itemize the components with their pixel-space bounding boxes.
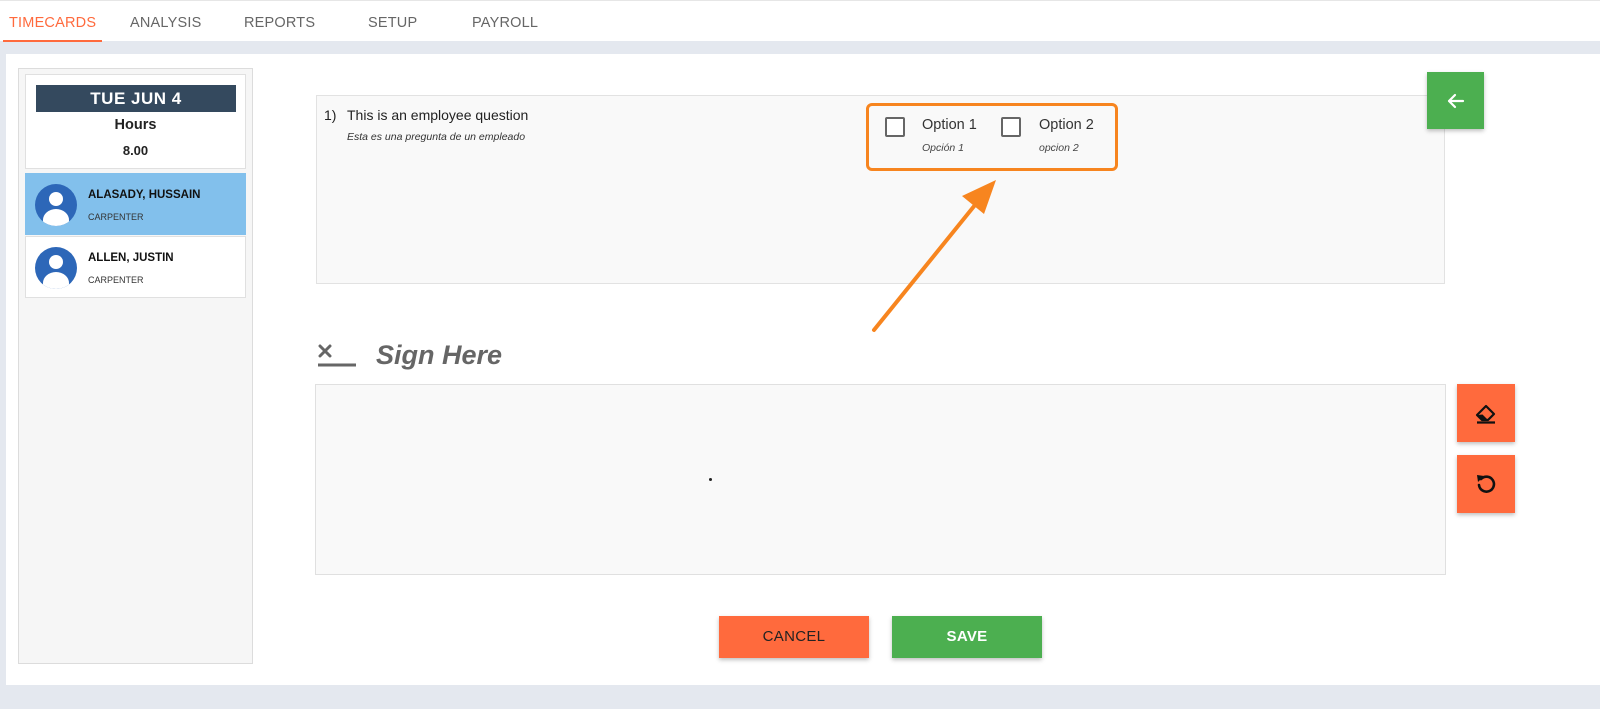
employee-role: CARPENTER <box>88 212 144 222</box>
employee-name: ALASADY, HUSSAIN <box>88 189 201 201</box>
employee-row-alasady[interactable]: ALASADY, HUSSAIN CARPENTER <box>25 173 246 235</box>
question-text: This is an employee question <box>347 107 529 123</box>
arrow-left-icon <box>1447 93 1464 108</box>
tab-timecards[interactable]: TIMECARDS <box>2 15 103 42</box>
top-nav: TIMECARDS ANALYSIS REPORTS SETUP PAYROLL <box>0 0 1600 42</box>
undo-icon <box>1477 475 1496 493</box>
employee-name: ALLEN, JUSTIN <box>88 252 174 264</box>
sign-here-label: Sign Here <box>376 340 503 370</box>
options-highlight-box <box>866 103 1118 171</box>
hours-label: Hours <box>114 117 157 133</box>
question-subtext: Esta es una pregunta de un empleado <box>347 131 526 143</box>
date-summary: TUE JUN 4 Hours 8.00 <box>25 74 246 169</box>
back-button[interactable] <box>1427 72 1484 129</box>
tab-analysis[interactable]: ANALYSIS <box>130 15 201 42</box>
avatar-icon <box>35 247 77 289</box>
signature-stroke <box>709 478 712 481</box>
tab-reports[interactable]: REPORTS <box>244 15 315 42</box>
signature-pad[interactable] <box>315 384 1446 575</box>
cancel-button[interactable]: CANCEL <box>719 616 869 658</box>
employee-row-allen[interactable]: ALLEN, JUSTIN CARPENTER <box>25 236 246 298</box>
undo-signature-button[interactable] <box>1457 455 1515 513</box>
employee-role: CARPENTER <box>88 275 144 285</box>
question-number: 1) <box>324 107 337 123</box>
sign-x-icon <box>318 344 356 367</box>
tab-setup[interactable]: SETUP <box>368 15 417 42</box>
date-banner: TUE JUN 4 <box>36 85 236 112</box>
tab-payroll[interactable]: PAYROLL <box>472 15 538 42</box>
clear-signature-button[interactable] <box>1457 384 1515 442</box>
avatar-icon <box>35 184 77 226</box>
hours-value: 8.00 <box>122 143 149 158</box>
save-button[interactable]: SAVE <box>892 616 1042 658</box>
eraser-icon <box>1475 404 1496 424</box>
